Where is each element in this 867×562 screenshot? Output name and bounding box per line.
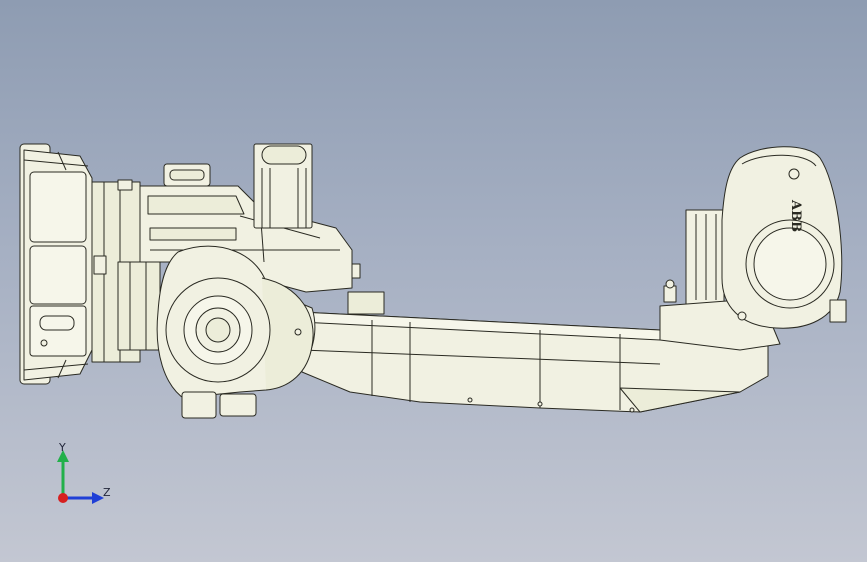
- z-axis-label: Z: [103, 486, 111, 499]
- cad-viewport[interactable]: ABB Y Z: [0, 0, 867, 562]
- y-axis-label: Y: [59, 441, 66, 454]
- x-axis-dot: [58, 493, 68, 503]
- axis-motor-top[interactable]: [253, 143, 313, 229]
- brand-logo-text: ABB: [788, 199, 803, 232]
- wrist-housing[interactable]: ABB: [721, 146, 847, 329]
- robot-arm-model[interactable]: ABB: [0, 0, 867, 562]
